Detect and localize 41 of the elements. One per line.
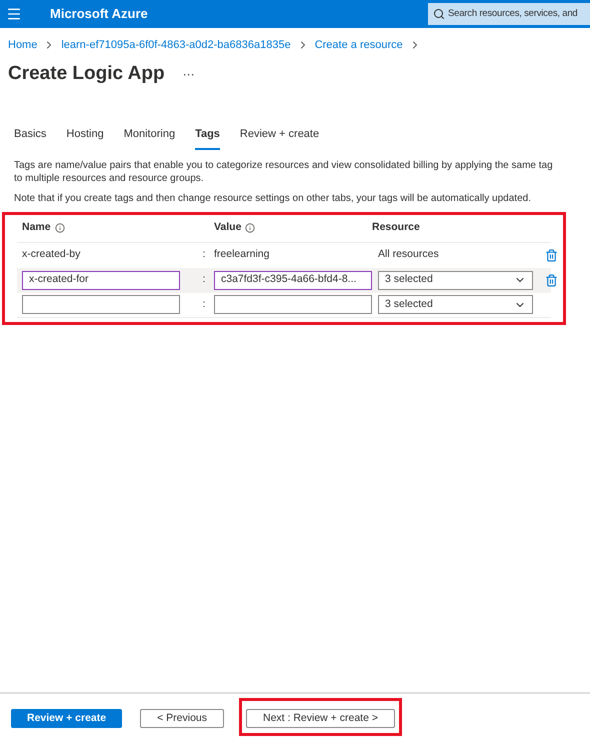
tab[interactable]: Basics [14, 126, 46, 150]
column-header: Resource [372, 220, 420, 236]
breadcrumb-link[interactable]: learn-ef71095a-6f0f-4863-a0d2-ba6836a1835e [61, 37, 291, 54]
note: Note that if you create tags and then change resource settings on other tabs, your tags will be automatically updated. [13, 192, 532, 204]
resource-text: All resources [377, 247, 440, 262]
name-value: x-created-for [29, 272, 89, 288]
review-create-button[interactable]: Review + create [11, 709, 122, 728]
tab[interactable]: Review + create [240, 126, 320, 150]
column-header: Value [214, 220, 242, 236]
search-field[interactable]: Search resources, services, and [428, 3, 590, 25]
resource-dropdown[interactable]: 3 selected [378, 295, 533, 314]
name-field[interactable] [22, 295, 180, 314]
search-icon [433, 8, 445, 20]
separator: : [202, 272, 206, 288]
breadcrumb-link[interactable]: Home [8, 37, 38, 54]
column-header: Name [22, 220, 51, 236]
delete-icon[interactable] [545, 248, 558, 262]
tag-value: freelearning [214, 247, 270, 262]
separator: : [202, 247, 206, 262]
delete-icon[interactable] [545, 274, 558, 286]
value-field[interactable] [214, 295, 372, 314]
tab[interactable]: Tags [195, 126, 220, 150]
tag-name: x-created-by [22, 247, 82, 262]
nav-button[interactable]: < Previous [140, 709, 224, 728]
breadcrumb-link[interactable]: Create a resource [314, 37, 403, 54]
description: Tags are name/value pairs that enable you to categorize resources and view consolidated billing by applying the same tag to multiple resources and resource groups. [13, 158, 554, 184]
brand-name: Microsoft Azure [50, 5, 148, 24]
resource-dropdown[interactable]: 3 selected [378, 270, 533, 290]
nav-button[interactable]: Next : Review + create > [246, 709, 395, 728]
name-field[interactable]: x-created-for [22, 270, 180, 290]
value-text: c3a7fd3f-c395-4a66-bfd4-8... [221, 272, 356, 288]
info-icon [54, 223, 65, 233]
menu-icon[interactable] [6, 6, 22, 22]
info-icon [245, 223, 256, 233]
tab[interactable]: Monitoring [124, 126, 176, 150]
value-field[interactable]: c3a7fd3f-c395-4a66-bfd4-8... [214, 270, 372, 290]
separator: : [202, 296, 206, 312]
more-button[interactable]: ··· [182, 64, 195, 83]
tab[interactable]: Hosting [66, 126, 104, 150]
search-placeholder: Search resources, services, and [448, 6, 578, 21]
page-title: Create Logic App [8, 62, 165, 86]
